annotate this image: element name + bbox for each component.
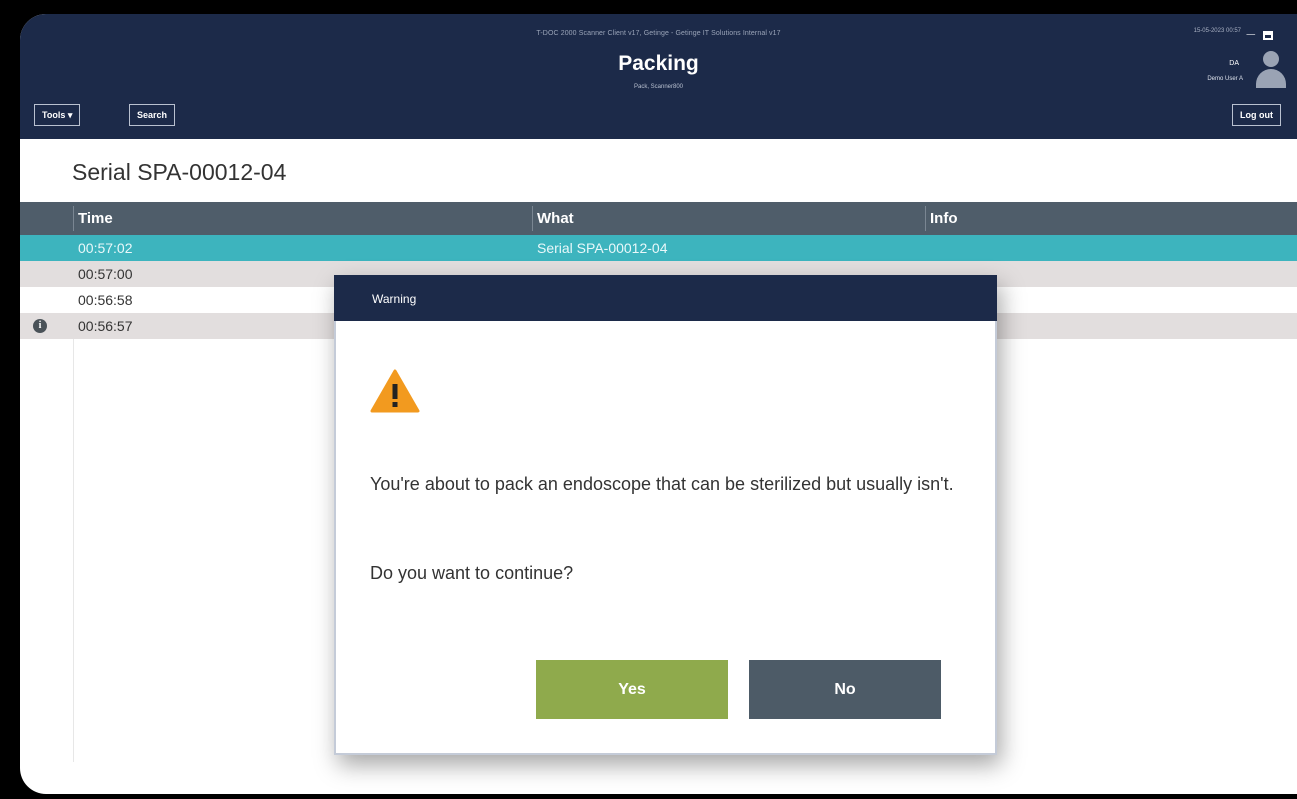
header-bar: T-DOC 2000 Scanner Client v17, Getinge -… bbox=[20, 14, 1297, 139]
row-time: 00:56:57 bbox=[78, 318, 133, 334]
no-button[interactable]: No bbox=[749, 660, 941, 719]
table-row[interactable]: 00:57:02 Serial SPA-00012-04 bbox=[20, 235, 1297, 261]
search-button[interactable]: Search bbox=[129, 104, 176, 126]
column-time[interactable]: Time bbox=[78, 210, 113, 227]
column-what[interactable]: What bbox=[537, 210, 574, 227]
app-title: T-DOC 2000 Scanner Client v17, Getinge -… bbox=[536, 30, 781, 37]
dialog-title: Warning bbox=[336, 277, 995, 321]
dialog-body: You're about to pack an endoscope that c… bbox=[334, 321, 997, 755]
column-info[interactable]: Info bbox=[930, 210, 958, 227]
row-what: Serial SPA-00012-04 bbox=[537, 240, 668, 256]
row-time: 00:57:00 bbox=[78, 266, 133, 282]
row-time: 00:56:58 bbox=[78, 292, 133, 308]
info-icon[interactable]: i bbox=[33, 319, 47, 333]
table-header: Time What Info bbox=[20, 202, 1297, 235]
user-initials: DA bbox=[1229, 60, 1239, 67]
datetime: 15-05-2023 00:57 bbox=[1193, 28, 1241, 34]
dialog-question: Do you want to continue? bbox=[370, 563, 574, 583]
minimize-icon[interactable]: _ bbox=[1247, 20, 1255, 37]
yes-button[interactable]: Yes bbox=[536, 660, 728, 719]
dialog-message: You're about to pack an endoscope that c… bbox=[370, 474, 954, 494]
logout-button[interactable]: Log out bbox=[1232, 104, 1281, 126]
user-avatar-icon[interactable] bbox=[1251, 48, 1291, 88]
row-time: 00:57:02 bbox=[78, 240, 133, 256]
warning-dialog: Warning You're about to pack an endoscop… bbox=[334, 275, 997, 755]
serial-heading: Serial SPA-00012-04 bbox=[72, 159, 287, 185]
page-title: Packing bbox=[618, 52, 699, 75]
user-name: Demo User A bbox=[1207, 76, 1243, 82]
page-subtitle: Pack, Scanner800 bbox=[633, 84, 684, 90]
tools-button[interactable]: Tools ▾ bbox=[34, 104, 81, 126]
maximize-icon[interactable] bbox=[1263, 31, 1273, 40]
warning-icon bbox=[370, 369, 420, 413]
app-window: T-DOC 2000 Scanner Client v17, Getinge -… bbox=[20, 14, 1297, 794]
